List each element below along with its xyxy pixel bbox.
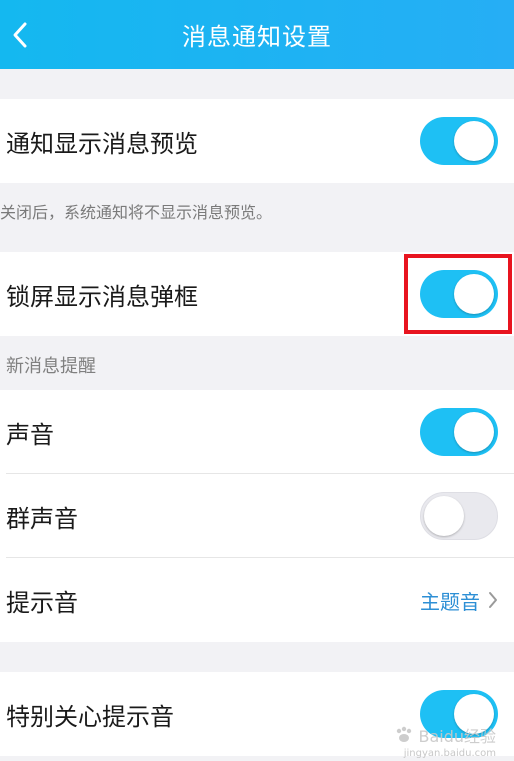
row-message-preview: 通知显示消息预览 — [0, 99, 514, 183]
row-notification-tone[interactable]: 提示音 主题音 — [0, 558, 514, 642]
row-label: 锁屏显示消息弹框 — [6, 282, 198, 311]
sound-toggle[interactable] — [420, 408, 498, 456]
row-label: 提示音 — [6, 588, 78, 617]
section-title-new-message: 新消息提醒 — [6, 356, 96, 377]
row-group-sound: 群声音 — [0, 474, 514, 558]
tone-value: 主题音 — [420, 589, 480, 614]
notification-settings-screen: 消息通知设置 通知显示消息预览 关闭后，系统通知将不显示消息预览。 锁屏显示消息… — [0, 0, 514, 761]
row-sound: 声音 — [0, 390, 514, 474]
chevron-right-icon — [489, 592, 497, 608]
tone-value-link[interactable]: 主题音 — [420, 586, 498, 615]
header-bar: 消息通知设置 — [0, 0, 514, 69]
toggle-knob — [454, 412, 494, 452]
baidu-watermark: Baidu经验 — [394, 723, 496, 747]
watermark-text: Baidu经验 — [418, 727, 496, 746]
chevron-left-icon — [13, 22, 27, 47]
highlight-annotation — [404, 254, 512, 334]
group-sound-toggle[interactable] — [420, 492, 498, 540]
message-preview-toggle[interactable] — [420, 117, 498, 165]
row-label: 声音 — [6, 420, 54, 449]
page-title: 消息通知设置 — [182, 23, 332, 51]
row-label: 通知显示消息预览 — [6, 129, 198, 158]
toggle-knob — [424, 496, 464, 536]
toggle-knob — [454, 121, 494, 161]
row-label: 群声音 — [6, 504, 78, 533]
back-button[interactable] — [0, 0, 40, 69]
paw-icon — [397, 726, 412, 742]
watermark-subtext: jingyan.baidu.com — [403, 748, 496, 759]
row-label: 特别关心提示音 — [6, 702, 174, 731]
preview-hint-text: 关闭后，系统通知将不显示消息预览。 — [0, 203, 273, 222]
